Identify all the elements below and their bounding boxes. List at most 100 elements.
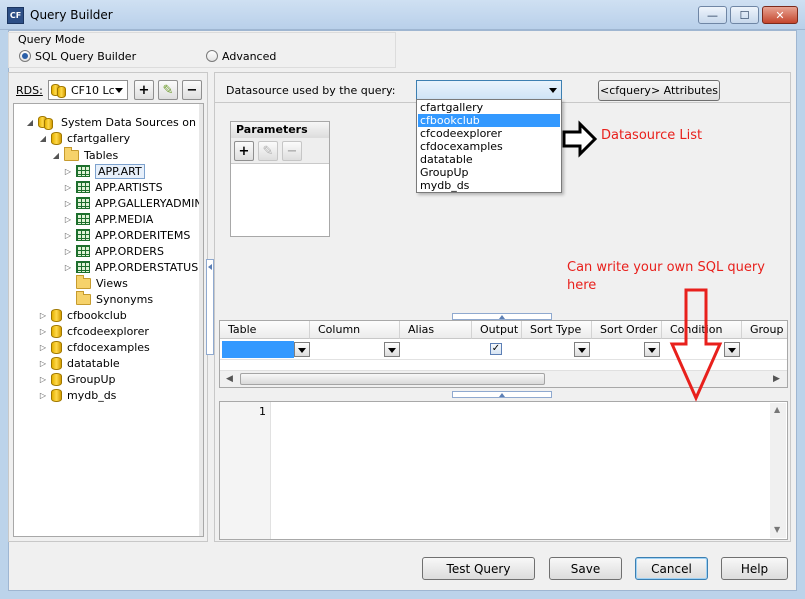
datasource-option[interactable]: GroupUp (418, 166, 560, 179)
scroll-up-icon[interactable]: ▲ (774, 405, 780, 414)
horizontal-splitter-bottom[interactable] (452, 391, 552, 398)
datasource-option[interactable]: cfdocexamples (418, 140, 560, 153)
add-parameter-button[interactable]: + (234, 141, 254, 161)
rds-select[interactable]: CF10 Lc (48, 80, 128, 100)
advanced-label[interactable]: Advanced (222, 50, 276, 63)
tree-item-tables[interactable]: ◢ Tables (52, 146, 118, 163)
grid-header-sort-type[interactable]: Sort Type (522, 321, 592, 339)
expand-arrow-icon[interactable]: ▷ (39, 375, 47, 384)
remove-rds-button[interactable]: − (182, 80, 202, 100)
expand-arrow-icon[interactable]: ◢ (39, 134, 47, 143)
expand-arrow-icon[interactable]: ▷ (39, 327, 47, 336)
tree-item-label: APP.GALLERYADMIN (95, 196, 203, 210)
tree-root[interactable]: ◢ System Data Sources on CF1 (26, 114, 203, 130)
datasource-option[interactable]: datatable (418, 153, 560, 166)
tree-item-label: mydb_ds (67, 388, 117, 402)
datasource-select[interactable] (416, 80, 562, 100)
grid-header-column[interactable]: Column (310, 321, 400, 339)
database-icon (51, 340, 62, 354)
tree-item-table[interactable]: ▷ APP.ART (64, 163, 145, 179)
scroll-down-icon[interactable]: ▼ (774, 525, 780, 534)
tree-item-datasource[interactable]: ▷ datatable (39, 355, 120, 371)
tree-item-table[interactable]: ▷ APP.MEDIA (64, 211, 153, 227)
output-checkbox[interactable]: ✓ (490, 343, 502, 355)
chevron-down-icon (115, 88, 123, 93)
edit-rds-button[interactable]: ✎ (158, 80, 178, 100)
tree-item-table[interactable]: ▷ APP.GALLERYADMIN (64, 195, 203, 211)
grid-header-table[interactable]: Table (220, 321, 310, 339)
close-button[interactable]: ✕ (762, 6, 798, 24)
horizontal-splitter-top[interactable] (452, 313, 552, 320)
tree-item-table[interactable]: ▷ APP.ORDERITEMS (64, 227, 190, 243)
grid-header-alias[interactable]: Alias (400, 321, 472, 339)
sort-type-dropdown-button[interactable] (574, 342, 590, 357)
expand-arrow-icon[interactable]: ▷ (64, 215, 72, 224)
expand-arrow-icon[interactable]: ▷ (64, 183, 72, 192)
scroll-left-icon[interactable]: ◀ (226, 374, 233, 384)
advanced-radio[interactable] (206, 50, 218, 62)
datasource-option[interactable]: cfartgallery (418, 101, 560, 114)
maximize-button[interactable]: ☐ (730, 6, 759, 24)
vertical-splitter[interactable] (206, 259, 214, 355)
expand-arrow-icon[interactable]: ▷ (39, 359, 47, 368)
grid-cell-table[interactable] (222, 341, 294, 358)
tree-item-table[interactable]: ▷ APP.ARTISTS (64, 179, 163, 195)
expand-arrow-icon[interactable]: ▷ (39, 391, 47, 400)
editor-vertical-scrollbar[interactable]: ▲ ▼ (770, 403, 786, 538)
cfquery-attributes-button[interactable]: <cfquery> Attributes (598, 80, 720, 101)
tree-item-datasource[interactable]: ▷ cfdocexamples (39, 339, 150, 355)
help-button[interactable]: Help (721, 557, 788, 580)
tree-item-datasource[interactable]: ▷ GroupUp (39, 371, 116, 387)
sql-query-builder-radio[interactable] (19, 50, 31, 62)
title-bar (0, 0, 805, 30)
expand-arrow-icon[interactable]: ▷ (39, 343, 47, 352)
sort-order-dropdown-button[interactable] (644, 342, 660, 357)
sql-query-builder-label[interactable]: SQL Query Builder (35, 50, 136, 63)
edit-parameter-button[interactable]: ✎ (258, 141, 278, 161)
datasource-option[interactable]: mydb_ds (418, 179, 560, 192)
tree-item-datasource[interactable]: ▷ cfcodeexplorer (39, 323, 149, 339)
expand-arrow-icon[interactable]: ▷ (64, 247, 72, 256)
expand-arrow-icon[interactable]: ▷ (39, 311, 47, 320)
table-icon (76, 197, 90, 209)
table-dropdown-button[interactable] (294, 342, 310, 357)
datasource-option[interactable]: cfbookclub (418, 114, 560, 127)
expand-arrow-icon[interactable]: ▷ (64, 167, 72, 176)
grid-header-sort-order[interactable]: Sort Order (592, 321, 662, 339)
scroll-right-icon[interactable]: ▶ (773, 374, 780, 384)
grid-header-group-by[interactable]: Group B (742, 321, 787, 339)
sql-editor[interactable]: 1 ▲ ▼ (219, 401, 788, 540)
tree-item-table[interactable]: ▷ APP.ORDERSTATUS (64, 259, 198, 275)
save-button[interactable]: Save (549, 557, 622, 580)
tree-item-synonyms[interactable]: Synonyms (64, 290, 153, 307)
expand-arrow-icon[interactable]: ◢ (52, 151, 60, 160)
minimize-button[interactable]: — (698, 6, 727, 24)
cancel-button[interactable]: Cancel (635, 557, 708, 580)
table-icon (76, 229, 90, 241)
column-dropdown-button[interactable] (384, 342, 400, 357)
expand-arrow-icon[interactable]: ▷ (64, 231, 72, 240)
grid-header-output[interactable]: Output (472, 321, 522, 339)
scroll-thumb[interactable] (240, 373, 545, 385)
database-icon (51, 324, 62, 338)
tree-item-cfartgallery[interactable]: ◢ cfartgallery (39, 130, 130, 146)
add-rds-button[interactable]: + (134, 80, 154, 100)
tree-item-table[interactable]: ▷ APP.ORDERS (64, 243, 164, 259)
condition-dropdown-button[interactable] (724, 342, 740, 357)
expand-arrow-icon[interactable]: ▷ (64, 263, 72, 272)
tree-item-datasource[interactable]: ▷ cfbookclub (39, 307, 127, 323)
remove-parameter-button[interactable]: − (282, 141, 302, 161)
datasource-dropdown-list[interactable]: cfartgallery cfbookclub cfcodeexplorer c… (416, 99, 562, 193)
tree-item-label: APP.ORDERITEMS (95, 228, 191, 242)
tree-item-views[interactable]: Views (64, 274, 128, 291)
tree-item-label: APP.MEDIA (95, 212, 154, 226)
expand-arrow-icon[interactable]: ▷ (64, 199, 72, 208)
tree-scrollbar[interactable] (199, 104, 203, 536)
datasource-option[interactable]: cfcodeexplorer (418, 127, 560, 140)
tree-item-label: datatable (67, 356, 120, 370)
datasource-tree[interactable]: ◢ System Data Sources on CF1 ◢ cfartgall… (13, 103, 204, 537)
test-query-button[interactable]: Test Query (422, 557, 535, 580)
tree-item-datasource[interactable]: ▷ mydb_ds (39, 387, 116, 403)
expand-arrow-icon[interactable]: ◢ (26, 118, 34, 127)
tree-item-label: APP.ORDERSTATUS (95, 260, 199, 274)
